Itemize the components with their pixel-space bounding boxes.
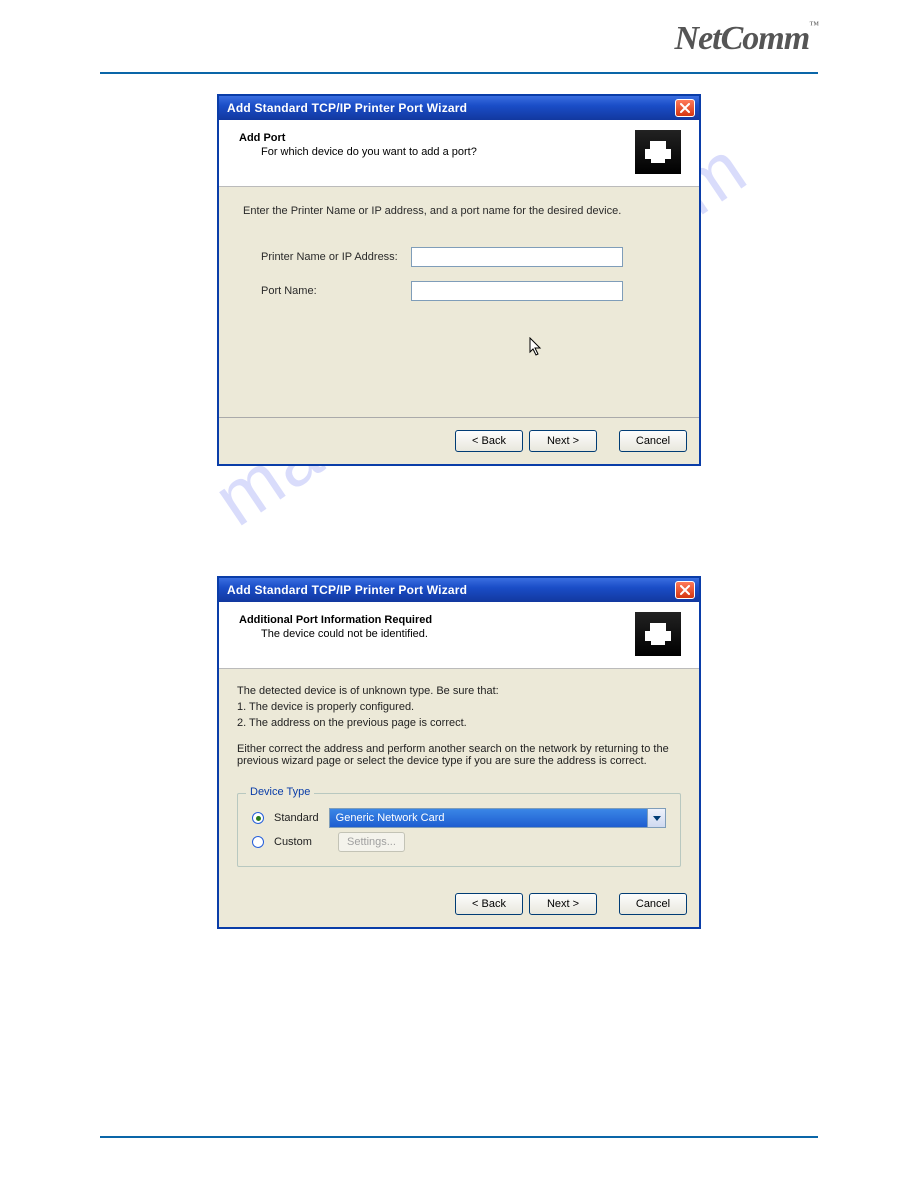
radio-standard-label: Standard — [274, 812, 319, 824]
dialog-device-type: Add Standard TCP/IP Printer Port Wizard … — [217, 576, 701, 929]
wizard-subtitle: The device could not be identified. — [233, 626, 432, 640]
info-line1: The detected device is of unknown type. … — [237, 685, 681, 697]
radio-row-custom: Custom Settings... — [252, 832, 666, 852]
settings-button: Settings... — [338, 832, 405, 852]
info-line2: 1. The device is properly configured. — [237, 701, 681, 713]
wizard-title: Additional Port Information Required — [233, 612, 432, 626]
dialog-body: Enter the Printer Name or IP address, an… — [219, 187, 699, 417]
button-bar: < Back Next > Cancel — [219, 417, 699, 464]
wizard-title: Add Port — [233, 130, 477, 144]
back-button[interactable]: < Back — [455, 430, 523, 452]
cursor-icon — [529, 337, 543, 360]
radio-standard[interactable] — [252, 812, 264, 824]
info-line3: 2. The address on the previous page is c… — [237, 717, 681, 729]
device-type-combo[interactable]: Generic Network Card — [329, 808, 666, 828]
dialog-body: The detected device is of unknown type. … — [219, 669, 699, 881]
close-icon[interactable] — [675, 99, 695, 117]
titlebar[interactable]: Add Standard TCP/IP Printer Port Wizard — [219, 96, 699, 120]
bottom-divider — [100, 1136, 818, 1138]
brand-name: NetComm — [675, 20, 810, 57]
wizard-subtitle: For which device do you want to add a po… — [233, 144, 477, 158]
chevron-down-icon[interactable] — [647, 809, 665, 827]
wizard-header: Add Port For which device do you want to… — [219, 120, 699, 187]
dialog-add-port: Add Standard TCP/IP Printer Port Wizard … — [217, 94, 701, 466]
radio-row-standard: Standard Generic Network Card — [252, 808, 666, 828]
info-line4: Either correct the address and perform a… — [237, 743, 681, 767]
port-label: Port Name: — [261, 285, 411, 297]
brand-logo: NetComm™ — [675, 20, 818, 58]
title-text: Add Standard TCP/IP Printer Port Wizard — [227, 583, 467, 597]
printer-label: Printer Name or IP Address: — [261, 251, 411, 263]
printer-input[interactable] — [411, 247, 623, 267]
top-divider — [100, 72, 818, 74]
title-text: Add Standard TCP/IP Printer Port Wizard — [227, 101, 467, 115]
radio-custom-label: Custom — [274, 836, 328, 848]
printer-icon — [635, 130, 681, 174]
instruction-text: Enter the Printer Name or IP address, an… — [237, 201, 681, 241]
close-icon[interactable] — [675, 581, 695, 599]
wizard-header: Additional Port Information Required The… — [219, 602, 699, 669]
combo-value: Generic Network Card — [336, 812, 445, 824]
radio-custom[interactable] — [252, 836, 264, 848]
cancel-button[interactable]: Cancel — [619, 430, 687, 452]
device-type-group: Device Type Standard Generic Network Car… — [237, 793, 681, 867]
button-bar: < Back Next > Cancel — [219, 881, 699, 927]
next-button[interactable]: Next > — [529, 893, 597, 915]
cancel-button[interactable]: Cancel — [619, 893, 687, 915]
titlebar[interactable]: Add Standard TCP/IP Printer Port Wizard — [219, 578, 699, 602]
group-legend: Device Type — [246, 786, 314, 798]
back-button[interactable]: < Back — [455, 893, 523, 915]
page: NetComm™ manualshive.com Add Standard TC… — [0, 0, 918, 1188]
tm: ™ — [809, 20, 818, 31]
printer-icon — [635, 612, 681, 656]
next-button[interactable]: Next > — [529, 430, 597, 452]
port-input[interactable] — [411, 281, 623, 301]
